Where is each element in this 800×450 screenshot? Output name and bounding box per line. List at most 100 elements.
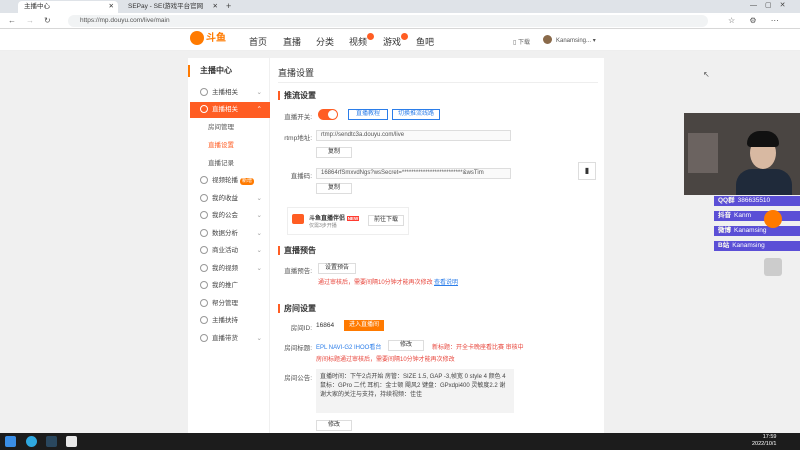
new-tab-icon[interactable]: + xyxy=(226,1,231,11)
preview-label: 直播预告: xyxy=(284,268,312,275)
float-widget-icon[interactable] xyxy=(764,258,782,276)
sidebar-item-guild[interactable]: 我的公会 ⌄ xyxy=(190,208,270,224)
sidebar-item-manage[interactable]: 帮分管理 xyxy=(190,296,270,312)
chevron-up-icon: ⌃ xyxy=(256,106,262,113)
title-review-status: 新标题：开全卡晚座看比赛 审核中 xyxy=(432,345,524,351)
section-push-settings: 推流设置 xyxy=(278,91,316,100)
sidebar-item-income[interactable]: 我的收益 ⌄ xyxy=(190,191,270,207)
windows-start-icon[interactable] xyxy=(5,436,16,447)
preview-warning: 通过审核后，需要间隔10分钟才能再次修改 xyxy=(318,280,433,286)
enter-room-button[interactable]: 进入直播间 xyxy=(344,320,384,331)
app-icon[interactable] xyxy=(66,436,77,447)
notice-label: 房间公告: xyxy=(284,375,312,382)
tab-title: 主播中心 xyxy=(24,3,50,10)
live-tutorial-button[interactable]: 直播教程 xyxy=(348,109,388,120)
copy-code-button[interactable]: 复制 xyxy=(316,183,352,194)
nav-live[interactable]: 直播 xyxy=(283,35,301,48)
system-clock: 17:59 2022/10/1 xyxy=(752,434,777,447)
download-link[interactable]: ▯ 下载 xyxy=(513,37,530,46)
douyu-logo[interactable]: 斗鱼 xyxy=(190,31,226,47)
guild-icon xyxy=(200,211,208,220)
shop-icon xyxy=(200,246,208,255)
room-title-value: EPL NAVI-G2 IHOO看台 xyxy=(316,345,382,351)
nav-video[interactable]: 视频 xyxy=(349,33,375,48)
streamer-body xyxy=(736,169,792,195)
page-title: 直播设置 xyxy=(278,68,315,78)
support-icon xyxy=(200,316,208,325)
steam-icon[interactable] xyxy=(46,436,57,447)
room-notice-text: 直播时间：下午2点开始 房管：SIZE 1.5, GAP -3,帧宽 0 sty… xyxy=(316,369,514,413)
sidebar-item-promotion[interactable]: 我的推广 xyxy=(190,278,270,294)
promo-title: 斗鱼直播伴侣 NEW xyxy=(309,216,360,222)
sidebar-item-data[interactable]: 数据分析 ⌄ xyxy=(190,226,270,242)
live-icon xyxy=(200,105,208,114)
avatar[interactable] xyxy=(543,35,552,44)
sidebar-item-support[interactable]: 主播扶持 xyxy=(190,313,270,329)
sidebar-sub-room-manage[interactable]: 房间管理 xyxy=(190,120,270,135)
sidebar-item-business[interactable]: 商业活动 ⌄ xyxy=(190,243,270,259)
browser-tab-bar xyxy=(0,0,800,13)
sidebar-item-anchor[interactable]: 主播相关 ⌄ xyxy=(190,85,270,101)
forward-icon[interactable]: → xyxy=(26,13,34,29)
feedback-icon[interactable]: ▮ xyxy=(578,162,596,180)
nav-fishbar[interactable]: 鱼吧 xyxy=(416,35,434,48)
browser-tab-active[interactable]: 主播中心 ✕ xyxy=(18,1,118,13)
money-icon xyxy=(200,194,208,203)
cart-icon xyxy=(200,334,208,343)
modify-notice-button[interactable]: 修改 xyxy=(316,420,352,431)
switch-line-button[interactable]: 切换推流线路 xyxy=(392,109,440,120)
floating-button-icon[interactable] xyxy=(764,210,782,228)
chevron-down-icon: ⌄ xyxy=(256,212,262,219)
copy-rtmp-button[interactable]: 复制 xyxy=(316,147,352,158)
wall-shelf xyxy=(688,133,718,173)
social-bilibili: B站 Kanamsing xyxy=(714,241,800,251)
mic-icon xyxy=(200,88,208,97)
window-controls-icon[interactable]: —▢✕ xyxy=(750,1,793,9)
sidebar-item-my-video[interactable]: 我的视频 ⌄ xyxy=(190,261,270,277)
room-id-value: 16864 xyxy=(316,322,335,329)
sidebar-sub-live-settings[interactable]: 直播设置 xyxy=(190,138,270,153)
edge-browser-icon[interactable] xyxy=(26,436,37,447)
url-field[interactable]: https://mp.douyu.com/live/main xyxy=(68,15,708,27)
download-companion-button[interactable]: 前往下载 xyxy=(368,215,404,226)
sidebar-item-live[interactable]: 直播相关 ⌃ xyxy=(190,102,270,118)
browser-tab[interactable]: SEPay - SEI游戏平台官网 ✕ xyxy=(122,1,222,13)
windows-taskbar xyxy=(0,433,800,450)
chevron-down-icon: ⌄ xyxy=(256,265,262,272)
username[interactable]: Kanamsing... ▾ xyxy=(556,37,596,44)
tab-title: SEPay - SEI游戏平台官网 xyxy=(128,3,204,10)
streamer-hair xyxy=(747,131,779,147)
rtmp-address-field[interactable]: rtmp://sendtc3a.douyu.com/live xyxy=(316,130,511,141)
mouse-cursor-icon: ↖ xyxy=(703,70,710,79)
sidebar-item-commerce[interactable]: 直播带货 ⌄ xyxy=(190,331,270,347)
sidebar-item-video-loop[interactable]: 视频轮播 新增 xyxy=(190,173,270,189)
stream-code-field[interactable]: 16864rfSmxvdNgs?wsSecret=***************… xyxy=(316,168,511,179)
sidebar-sub-live-record[interactable]: 直播记录 xyxy=(190,156,270,171)
companion-app-icon xyxy=(292,214,304,224)
nav-home[interactable]: 首页 xyxy=(249,35,267,48)
close-tab-icon[interactable]: ✕ xyxy=(213,1,218,13)
manage-icon xyxy=(200,299,208,308)
room-title-label: 房间标题: xyxy=(284,345,312,352)
title-warning: 房间标题通过审核后，需要间隔10分钟才能再次修改 xyxy=(316,357,455,363)
live-switch-toggle[interactable] xyxy=(318,109,338,120)
back-icon[interactable]: ← xyxy=(8,13,16,29)
reload-icon[interactable]: ↻ xyxy=(44,13,51,29)
browser-extensions-icon[interactable]: ☆ ⚙ ⋯ xyxy=(728,13,785,29)
chevron-down-icon: ⌄ xyxy=(256,230,262,237)
modify-title-button[interactable]: 修改 xyxy=(388,340,424,351)
chart-icon xyxy=(200,229,208,238)
video-icon xyxy=(200,176,208,185)
film-icon xyxy=(200,264,208,273)
hot-badge-icon xyxy=(401,33,409,40)
set-preview-button[interactable]: 设置预告 xyxy=(318,263,356,274)
close-tab-icon[interactable]: ✕ xyxy=(109,1,114,13)
view-instructions-link[interactable]: 查看说明 xyxy=(434,277,458,286)
webcam-overlay xyxy=(684,113,800,195)
nav-game[interactable]: 游戏 xyxy=(383,33,409,48)
room-id-label: 房间ID: xyxy=(290,325,312,332)
sidebar-title: 主播中心 xyxy=(188,65,270,77)
rtmp-label: rtmp地址: xyxy=(284,135,312,142)
social-douyin: 抖音 Kanm xyxy=(714,211,800,221)
nav-category[interactable]: 分类 xyxy=(316,35,334,48)
